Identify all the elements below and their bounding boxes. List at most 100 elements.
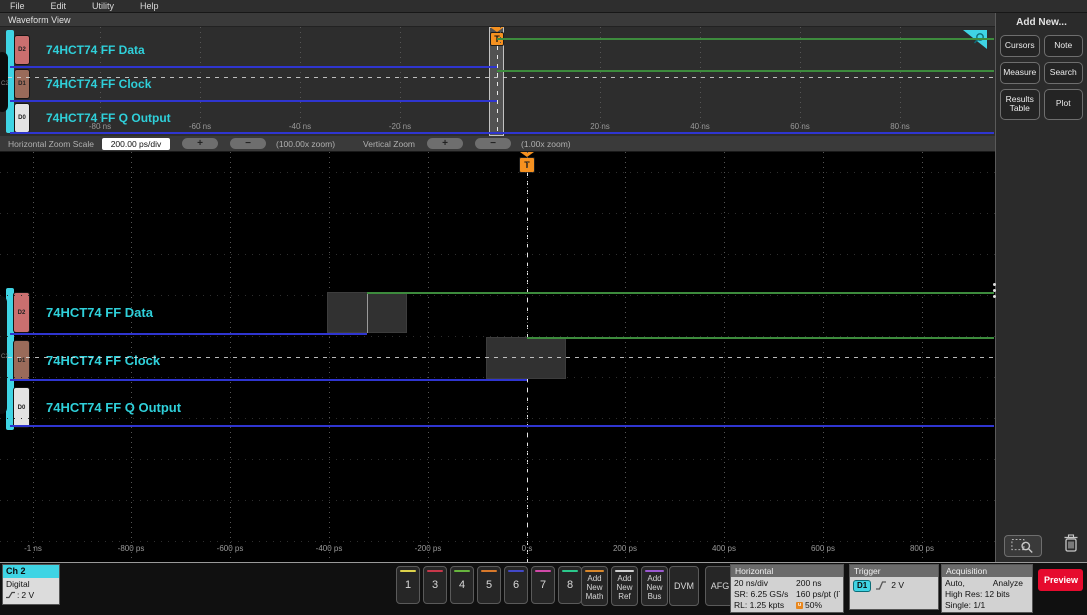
color-stripe — [508, 570, 524, 572]
channel-badge-d2[interactable]: D2 — [14, 35, 30, 65]
transition-region — [486, 337, 566, 379]
gridline — [400, 27, 401, 136]
h-zoom-minus-button[interactable]: − — [229, 138, 266, 149]
trash-button[interactable] — [1062, 533, 1080, 558]
gridline — [0, 459, 995, 460]
color-stripe — [562, 570, 578, 572]
trigger-marker-overview[interactable]: T — [490, 27, 504, 134]
gridline — [0, 172, 995, 173]
v-zoom-plus-button[interactable]: + — [427, 138, 464, 149]
menu-item-edit[interactable]: Edit — [51, 1, 67, 11]
h-zoom-readout: (100.00x zoom) — [275, 138, 336, 149]
ch2-name: Ch 2 — [3, 565, 59, 578]
v-zoom-minus-button[interactable]: − — [475, 138, 512, 149]
trigger-panel[interactable]: Trigger D1 2 V — [849, 564, 939, 610]
right-panel: Add New... Cursors Note Measure Search Resul… — [995, 13, 1087, 562]
zoom-scale-input[interactable] — [101, 137, 170, 150]
channel-8-button[interactable]: 8 — [558, 566, 582, 604]
wave-clock-high — [527, 337, 994, 339]
channel-badge-d2[interactable]: D2 — [13, 292, 30, 333]
acquisition-analyze: Analyze — [992, 578, 1023, 588]
trash-icon — [1064, 534, 1078, 552]
axis-tick-label: -600 ps — [216, 544, 244, 553]
oscilloscope-app: File Edit Utility Help Waveform View C2 D2 … — [0, 0, 1087, 615]
waveform-view-tab[interactable]: Waveform View — [0, 13, 995, 27]
main-zoom-plot[interactable]: T C2 D2 74HCT74 FF Data D1 74HCT74 FF Cl… — [0, 152, 995, 562]
preview-button[interactable]: Preview — [1038, 569, 1083, 591]
horizontal-panel-body: 20 ns/div 200 ns SR: 6.25 GS/s 160 ps/pt… — [731, 577, 843, 613]
acquisition-panel[interactable]: Acquisition Auto, Analyze High Res: 12 b… — [941, 564, 1033, 614]
channel-row-clock[interactable]: D1 74HCT74 FF Clock — [13, 340, 160, 381]
channel-row-data[interactable]: D2 74HCT74 FF Data — [14, 35, 145, 65]
gridline — [0, 254, 995, 255]
channel-4-button[interactable]: 4 — [450, 566, 474, 604]
add-new-measure-button[interactable]: Measure — [1000, 61, 1040, 84]
ch2-channel-badge[interactable]: Ch 2 Digital : 2 V — [2, 564, 60, 605]
channel-label-q-output: 74HCT74 FF Q Output — [46, 400, 182, 415]
horizontal-panel[interactable]: Horizontal 20 ns/div 200 ns SR: 6.25 GS/… — [730, 564, 844, 614]
overview-zoom-corner-icon[interactable] — [963, 30, 987, 54]
menu-item-help[interactable]: Help — [140, 1, 159, 11]
add-new-plot-button[interactable]: Plot — [1043, 88, 1083, 121]
axis-tick-label: 400 ps — [711, 544, 737, 553]
channel-badge-d1[interactable]: D1 — [14, 69, 30, 99]
horizontal-zoom-scale-label: Horizontal Zoom Scale — [8, 138, 94, 149]
wave-q-output-low — [10, 425, 994, 427]
gridline — [600, 27, 601, 136]
horizontal-position-value: 50% — [805, 600, 823, 611]
gridline — [800, 27, 801, 136]
overview-plot[interactable]: C2 D2 74HCT74 FF Data D1 74HCT74 FF Cloc… — [0, 27, 995, 136]
horizontal-window: 200 ns — [796, 578, 822, 588]
add-new-search-button[interactable]: Search — [1043, 61, 1083, 84]
rising-edge-icon — [876, 581, 887, 590]
wave-data-high — [367, 292, 994, 294]
add-new-bus-button[interactable]: Add New Bus — [641, 566, 668, 606]
add-new-cursors-button[interactable]: Cursors — [1000, 35, 1040, 57]
horizontal-sample-rate: SR: 6.25 GS/s — [734, 589, 789, 600]
ch2-type: Digital — [6, 579, 30, 589]
color-stripe — [481, 570, 497, 572]
color-stripe — [585, 570, 604, 572]
channel-row-q-output[interactable]: D0 74HCT74 FF Q Output — [13, 387, 181, 428]
channel-badge-d0[interactable]: D0 — [14, 103, 30, 133]
channel-6-button[interactable]: 6 — [504, 566, 528, 604]
channel-label-data: 74HCT74 FF Data — [46, 305, 153, 320]
add-new-math-button[interactable]: Add New Math — [581, 566, 608, 606]
axis-tick-label: -400 ps — [315, 544, 343, 553]
ch2-threshold-sep: : — [17, 589, 20, 600]
add-new-note-button[interactable]: Note — [1043, 35, 1083, 57]
trigger-source-badge: D1 — [853, 580, 872, 593]
axis-tick-label: -40 ns — [288, 122, 312, 131]
channel-badge-d1[interactable]: D1 — [13, 340, 30, 381]
horizontal-resolution: 160 ps/pt (IT) — [796, 589, 840, 600]
menu-item-file[interactable]: File — [10, 1, 25, 11]
ch2-threshold-value: 2 V — [21, 589, 35, 600]
gridline — [200, 27, 201, 136]
bottom-bar: Ch 2 Digital : 2 V 1345678 Add New Math A… — [0, 562, 1087, 615]
menu-item-utility[interactable]: Utility — [92, 1, 114, 11]
h-zoom-plus-button[interactable]: + — [181, 138, 218, 149]
channel-row-clock[interactable]: D1 74HCT74 FF Clock — [14, 69, 151, 99]
channel-7-button[interactable]: 7 — [531, 566, 555, 604]
zoom-tool-button[interactable] — [1004, 534, 1042, 557]
gridline — [0, 541, 995, 542]
acquisition-resolution: High Res: 12 bits — [945, 589, 1010, 600]
channel-5-button[interactable]: 5 — [477, 566, 501, 604]
channel-1-button[interactable]: 1 — [396, 566, 420, 604]
channel-3-button[interactable]: 3 — [423, 566, 447, 604]
dvm-button[interactable]: DVM — [669, 566, 699, 606]
add-new-results-table-button[interactable]: Results Table — [1000, 88, 1040, 121]
acquisition-mode: Auto, — [945, 578, 965, 588]
gridline — [900, 27, 901, 136]
axis-tick-label: 0 s — [521, 544, 533, 553]
axis-tick-label: 600 ps — [810, 544, 836, 553]
panel-resize-handle[interactable] — [991, 283, 997, 298]
add-new-ref-button[interactable]: Add New Ref — [611, 566, 638, 606]
add-new-title: Add New... — [1016, 17, 1067, 28]
channel-badge-d0[interactable]: D0 — [13, 387, 30, 428]
channel-label-clock: 74HCT74 FF Clock — [46, 77, 152, 91]
axis-tick-label: 60 ns — [790, 122, 810, 131]
acquisition-panel-body: Auto, Analyze High Res: 12 bits Single: … — [942, 577, 1032, 613]
right-panel-footer — [996, 533, 1087, 558]
transition-region — [367, 292, 368, 333]
